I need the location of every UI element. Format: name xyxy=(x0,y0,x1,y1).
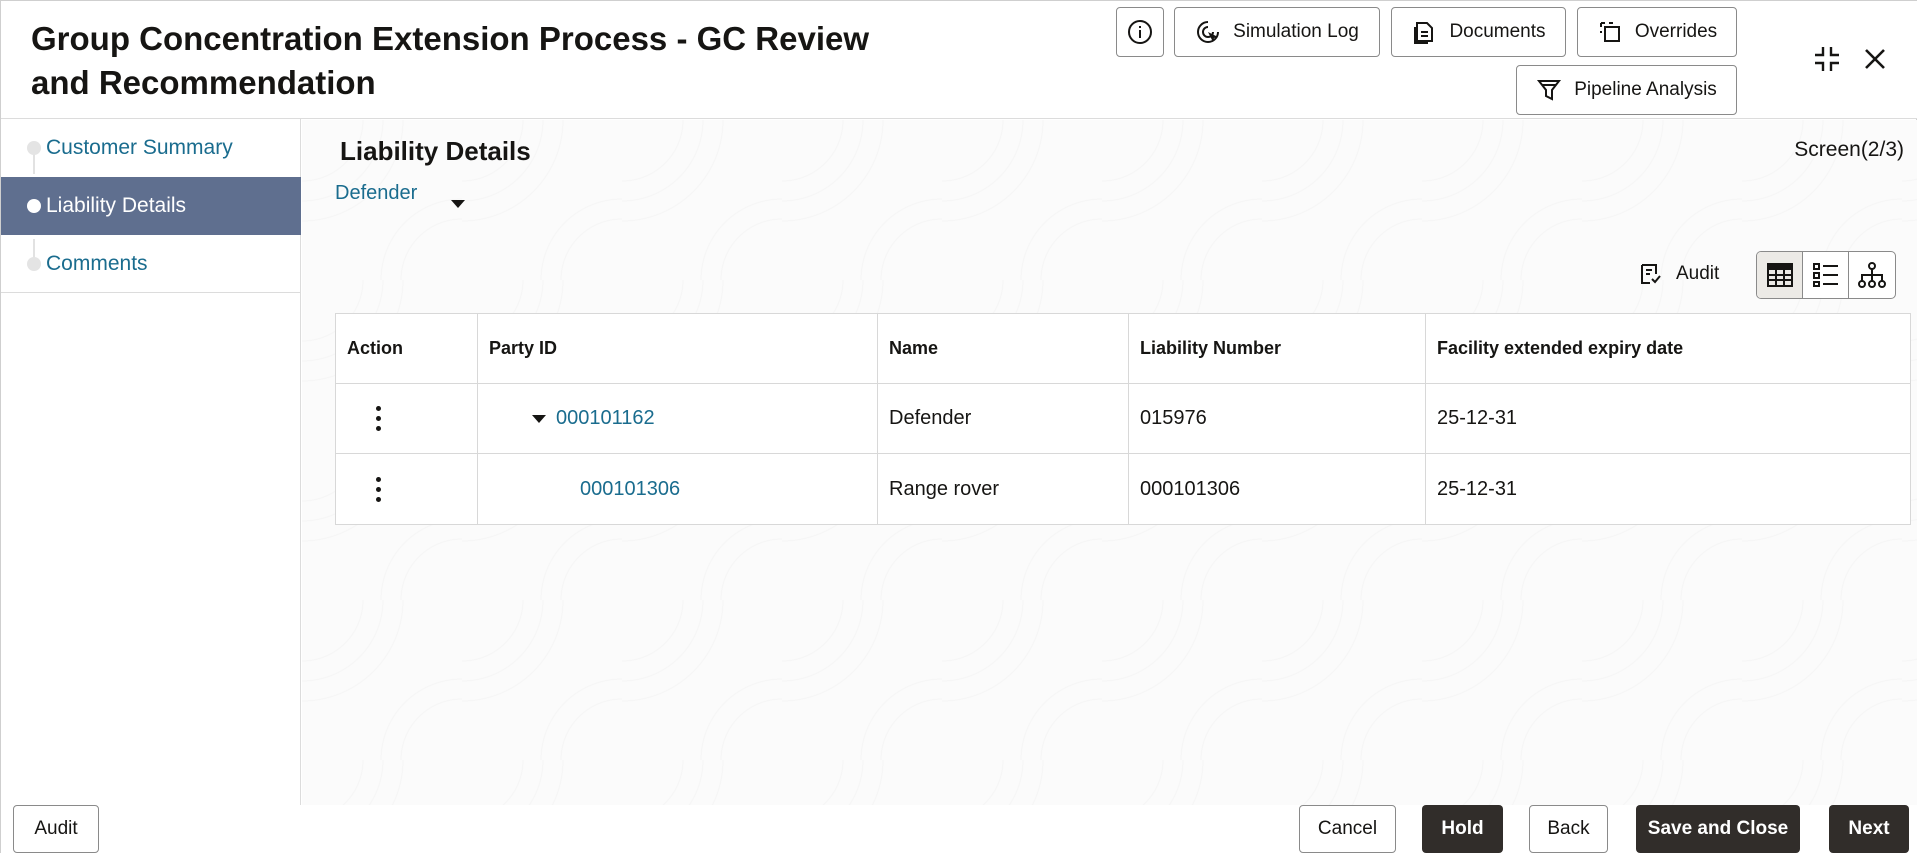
party-id-link[interactable]: 000101306 xyxy=(580,478,680,501)
overrides-label: Overrides xyxy=(1634,21,1718,42)
column-header: Action xyxy=(336,314,478,383)
table-row: 000101306 Range rover 000101306 25-12-31 xyxy=(336,454,1910,524)
nav-item-comments[interactable]: Comments xyxy=(1,235,301,293)
nav-item-liability-details[interactable]: Liability Details xyxy=(1,177,301,235)
table-row: 000101162 Defender 015976 25-12-31 xyxy=(336,384,1910,454)
list-view-icon xyxy=(1812,263,1838,287)
step-dot xyxy=(27,257,41,271)
liability-table: Action Party ID Name Liability Number Fa… xyxy=(335,313,1911,525)
hold-button[interactable]: Hold xyxy=(1422,805,1503,853)
back-button[interactable]: Back xyxy=(1529,805,1608,853)
pipeline-analysis-button[interactable]: Pipeline Analysis xyxy=(1516,65,1737,115)
name-cell: Range rover xyxy=(878,454,1129,524)
cancel-button[interactable]: Cancel xyxy=(1299,805,1396,853)
overrides-icon xyxy=(1599,22,1620,42)
audit-label: Audit xyxy=(1676,263,1720,284)
documents-button[interactable]: Documents xyxy=(1391,7,1566,57)
simulation-icon xyxy=(1197,21,1220,43)
page-title: Group Concentration Extension Process - … xyxy=(31,20,870,101)
party-id-cell: 000101162 xyxy=(478,384,878,453)
nav-item-label: Comments xyxy=(46,252,148,275)
overrides-button[interactable]: Overrides xyxy=(1577,7,1737,57)
action-cell xyxy=(336,384,478,453)
party-id-link[interactable]: 000101162 xyxy=(556,407,655,430)
minimize-icon[interactable] xyxy=(1811,43,1843,75)
nav-item-label: Customer Summary xyxy=(46,136,233,159)
info-icon xyxy=(1128,20,1152,44)
close-icon[interactable] xyxy=(1861,45,1889,73)
step-dot xyxy=(27,199,41,213)
documents-label: Documents xyxy=(1449,21,1546,42)
page-header: Group Concentration Extension Process - … xyxy=(1,1,1917,119)
pipeline-analysis-label: Pipeline Analysis xyxy=(1574,79,1717,100)
audit-button[interactable]: Audit xyxy=(13,805,99,853)
expand-caret-icon[interactable] xyxy=(532,414,546,423)
next-button[interactable]: Next xyxy=(1829,805,1909,853)
party-id-cell: 000101306 xyxy=(478,454,878,524)
save-and-close-button[interactable]: Save and Close xyxy=(1636,805,1800,853)
view-mode-toggle xyxy=(1756,251,1896,299)
kebab-menu-icon[interactable] xyxy=(376,406,381,431)
app-window: Group Concentration Extension Process - … xyxy=(0,0,1917,853)
funnel-icon xyxy=(1537,80,1562,101)
column-header: Name xyxy=(878,314,1129,383)
chevron-down-icon[interactable] xyxy=(451,200,465,208)
hierarchy-view-button[interactable] xyxy=(1849,252,1895,298)
customer-select[interactable]: Defender xyxy=(335,182,417,205)
column-header: Liability Number xyxy=(1129,314,1426,383)
simulation-log-label: Simulation Log xyxy=(1233,21,1359,42)
name-cell: Defender xyxy=(878,384,1129,453)
list-view-button[interactable] xyxy=(1803,252,1849,298)
liability-number-cell: 015976 xyxy=(1129,384,1426,453)
expiry-date-cell: 25-12-31 xyxy=(1437,407,1518,429)
step-navigation: Customer Summary Liability Details Comme… xyxy=(1,119,301,805)
kebab-menu-icon[interactable] xyxy=(376,476,381,502)
table-view-icon xyxy=(1766,263,1793,287)
nav-item-label: Liability Details xyxy=(46,194,187,217)
documents-icon xyxy=(1414,22,1434,44)
info-button[interactable] xyxy=(1116,7,1164,57)
table-header-row: Action Party ID Name Liability Number Fa… xyxy=(336,314,1910,384)
audit-link[interactable]: Audit xyxy=(1638,262,1719,286)
footer-action-bar: Audit Cancel Hold Back Save and Close Ne… xyxy=(1,805,1917,853)
step-dot xyxy=(27,141,41,155)
column-header: Party ID xyxy=(478,314,878,383)
hierarchy-view-icon xyxy=(1858,262,1886,288)
audit-icon xyxy=(1641,264,1661,284)
table-view-button[interactable] xyxy=(1757,252,1803,298)
expiry-date-cell: 25-12-31 xyxy=(1437,477,1518,500)
divider xyxy=(1,292,301,293)
liability-number-cell: 000101306 xyxy=(1129,454,1426,524)
section-title: Liability Details xyxy=(340,136,531,166)
simulation-log-button[interactable]: Simulation Log xyxy=(1174,7,1380,57)
screen-indicator: Screen(2/3) xyxy=(1794,138,1904,161)
column-header: Facility extended expiry date xyxy=(1437,338,1684,358)
nav-item-customer-summary[interactable]: Customer Summary xyxy=(1,119,301,177)
main-content: Liability Details Screen(2/3) Defender A… xyxy=(302,120,1917,805)
action-cell xyxy=(336,454,478,524)
